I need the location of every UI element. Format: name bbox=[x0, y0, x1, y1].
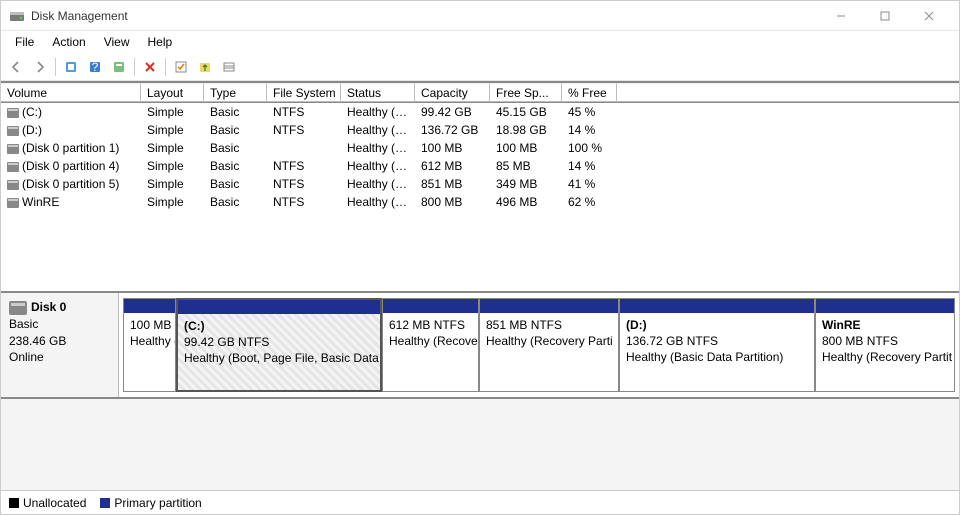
partition-stripe bbox=[124, 299, 175, 313]
list-button[interactable] bbox=[218, 56, 240, 78]
partition-stripe bbox=[620, 299, 814, 313]
col-filesystem[interactable]: File System bbox=[267, 83, 341, 102]
partition-block[interactable]: 100 MBHealthy (EFI Sy bbox=[123, 298, 176, 392]
menu-file[interactable]: File bbox=[7, 33, 42, 51]
bottom-empty-area bbox=[1, 399, 959, 490]
col-layout[interactable]: Layout bbox=[141, 83, 204, 102]
partition-stripe bbox=[383, 299, 478, 313]
disk-graphical-view: Disk 0 Basic 238.46 GB Online 100 MBHeal… bbox=[1, 291, 959, 399]
partitions-container: 100 MBHealthy (EFI Sy(C:)99.42 GB NTFSHe… bbox=[119, 293, 959, 397]
partition-block[interactable]: (D:)136.72 GB NTFSHealthy (Basic Data Pa… bbox=[619, 298, 815, 392]
volume-list-body[interactable]: (C:)SimpleBasicNTFSHealthy (B...99.42 GB… bbox=[1, 103, 959, 291]
disk-icon bbox=[9, 301, 27, 315]
volume-list: Volume Layout Type File System Status Ca… bbox=[1, 81, 959, 291]
delete-button[interactable] bbox=[139, 56, 161, 78]
disk-mgmt-icon bbox=[9, 8, 25, 24]
disk-type: Basic bbox=[9, 317, 38, 331]
col-freespace[interactable]: Free Sp... bbox=[490, 83, 562, 102]
col-status[interactable]: Status bbox=[341, 83, 415, 102]
maximize-button[interactable] bbox=[863, 1, 907, 31]
col-spacer bbox=[617, 83, 959, 102]
partition-block[interactable]: 851 MB NTFSHealthy (Recovery Parti bbox=[479, 298, 619, 392]
toolbar-separator bbox=[165, 58, 166, 76]
partition-block[interactable]: 612 MB NTFSHealthy (Recovery Par bbox=[382, 298, 479, 392]
disk-size: 238.46 GB bbox=[9, 334, 66, 348]
window-controls bbox=[819, 1, 951, 31]
volume-row[interactable]: (Disk 0 partition 1)SimpleBasicHealthy (… bbox=[1, 139, 959, 157]
svg-text:?: ? bbox=[92, 60, 99, 74]
menu-help[interactable]: Help bbox=[140, 33, 181, 51]
partition-stripe bbox=[480, 299, 618, 313]
col-capacity[interactable]: Capacity bbox=[415, 83, 490, 102]
partition-stripe bbox=[816, 299, 954, 313]
menu-action[interactable]: Action bbox=[44, 33, 93, 51]
disk-state: Online bbox=[9, 350, 44, 364]
settings-button[interactable] bbox=[170, 56, 192, 78]
disk-label[interactable]: Disk 0 Basic 238.46 GB Online bbox=[1, 293, 119, 397]
toolbar-separator bbox=[134, 58, 135, 76]
volume-icon bbox=[7, 180, 19, 190]
partition-stripe bbox=[178, 300, 380, 314]
legend-primary: Primary partition bbox=[100, 496, 201, 510]
volume-row[interactable]: (Disk 0 partition 5)SimpleBasicNTFSHealt… bbox=[1, 175, 959, 193]
swatch-unallocated bbox=[9, 498, 19, 508]
help-button[interactable]: ? bbox=[84, 56, 106, 78]
refresh-button[interactable] bbox=[60, 56, 82, 78]
volume-row[interactable]: (D:)SimpleBasicNTFSHealthy (B...136.72 G… bbox=[1, 121, 959, 139]
volume-icon bbox=[7, 126, 19, 136]
properties-button[interactable] bbox=[108, 56, 130, 78]
volume-row[interactable]: WinRESimpleBasicNTFSHealthy (R...800 MB4… bbox=[1, 193, 959, 211]
action-button[interactable] bbox=[194, 56, 216, 78]
swatch-primary bbox=[100, 498, 110, 508]
volume-row[interactable]: (Disk 0 partition 4)SimpleBasicNTFSHealt… bbox=[1, 157, 959, 175]
menu-view[interactable]: View bbox=[96, 33, 138, 51]
disk-name: Disk 0 bbox=[31, 300, 66, 314]
forward-button[interactable] bbox=[29, 56, 51, 78]
menubar: File Action View Help bbox=[1, 31, 959, 53]
toolbar-separator bbox=[55, 58, 56, 76]
col-pctfree[interactable]: % Free bbox=[562, 83, 617, 102]
legend-unallocated: Unallocated bbox=[9, 496, 86, 510]
titlebar: Disk Management bbox=[1, 1, 959, 31]
window-title: Disk Management bbox=[31, 9, 819, 23]
volume-icon bbox=[7, 198, 19, 208]
volume-icon bbox=[7, 144, 19, 154]
volume-icon bbox=[7, 108, 19, 118]
col-volume[interactable]: Volume bbox=[1, 83, 141, 102]
volume-icon bbox=[7, 162, 19, 172]
close-button[interactable] bbox=[907, 1, 951, 31]
legend: Unallocated Primary partition bbox=[1, 490, 959, 514]
volume-list-header: Volume Layout Type File System Status Ca… bbox=[1, 83, 959, 103]
toolbar: ? bbox=[1, 53, 959, 81]
partition-block[interactable]: WinRE800 MB NTFSHealthy (Recovery Partit bbox=[815, 298, 955, 392]
partition-block[interactable]: (C:)99.42 GB NTFSHealthy (Boot, Page Fil… bbox=[176, 298, 382, 392]
volume-row[interactable]: (C:)SimpleBasicNTFSHealthy (B...99.42 GB… bbox=[1, 103, 959, 121]
col-type[interactable]: Type bbox=[204, 83, 267, 102]
back-button[interactable] bbox=[5, 56, 27, 78]
minimize-button[interactable] bbox=[819, 1, 863, 31]
